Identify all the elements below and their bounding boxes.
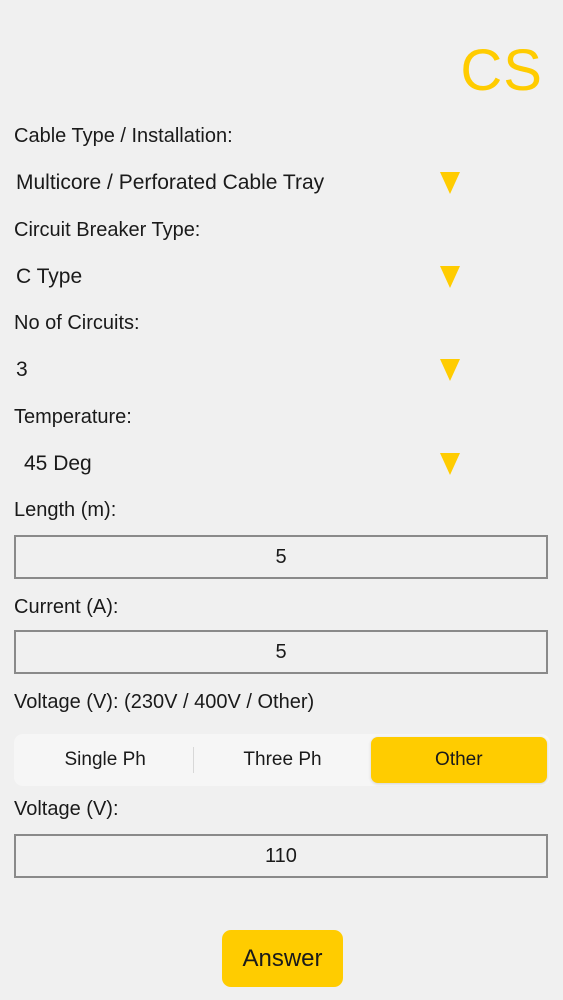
- breaker-type-dropdown[interactable]: C Type: [16, 260, 462, 294]
- segment-other[interactable]: Other: [370, 737, 547, 783]
- length-label: Length (m):: [14, 499, 117, 521]
- answer-button[interactable]: Answer: [222, 930, 343, 987]
- cable-type-label: Cable Type / Installation:: [14, 125, 233, 147]
- circuits-value: 3: [16, 358, 28, 381]
- dropdown-triangle-icon: [440, 266, 460, 288]
- breaker-type-value: C Type: [16, 265, 83, 288]
- voltage-segmented-control: Single Ph Three Ph Other: [14, 734, 550, 786]
- current-label: Current (A):: [14, 596, 119, 618]
- segment-single-phase[interactable]: Single Ph: [17, 737, 193, 783]
- breaker-type-label: Circuit Breaker Type:: [14, 219, 201, 241]
- voltage-options-label: Voltage (V): (230V / 400V / Other): [14, 691, 315, 713]
- temperature-dropdown[interactable]: 45 Deg: [16, 447, 462, 481]
- length-input[interactable]: 5: [14, 535, 548, 579]
- circuits-label: No of Circuits:: [14, 312, 140, 334]
- cable-type-dropdown[interactable]: Multicore / Perforated Cable Tray: [16, 166, 462, 200]
- dropdown-triangle-icon: [440, 172, 460, 194]
- voltage-label: Voltage (V):: [14, 798, 119, 820]
- temperature-label: Temperature:: [14, 406, 132, 428]
- dropdown-triangle-icon: [440, 453, 460, 475]
- voltage-input[interactable]: 110: [14, 834, 548, 878]
- dropdown-triangle-icon: [440, 359, 460, 381]
- temperature-value: 45 Deg: [24, 452, 92, 475]
- cable-type-value: Multicore / Perforated Cable Tray: [16, 171, 325, 194]
- current-input[interactable]: 5: [14, 630, 548, 674]
- circuits-dropdown[interactable]: 3: [16, 353, 462, 387]
- app-logo: CS: [460, 38, 543, 103]
- segment-three-phase[interactable]: Three Ph: [194, 737, 370, 783]
